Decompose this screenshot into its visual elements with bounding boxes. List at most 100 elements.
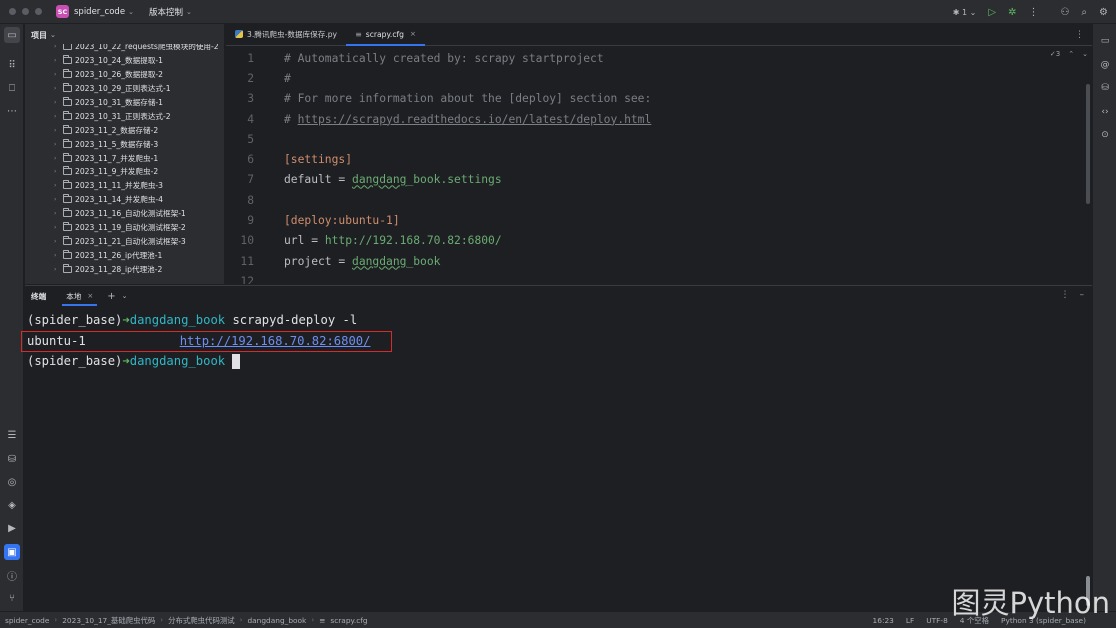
tree-item[interactable]: › 2023_10_22_requests爬虫模块的使用-2 — [25, 44, 225, 54]
layers-icon[interactable]: ◈ — [4, 497, 20, 513]
plugin-icon[interactable]: ◎ — [4, 474, 20, 490]
tree-item[interactable]: › 2023_11_11_并发爬虫-3 — [25, 179, 225, 193]
close-icon[interactable]: × — [87, 292, 93, 300]
code-line: 11 project = dangdang_book — [226, 251, 1092, 271]
database-icon[interactable]: ⛁ — [1097, 80, 1113, 96]
terminal-output[interactable]: (spider_base) ➜ dangdang_book scrapyd-de… — [21, 310, 1092, 372]
breadcrumb-item[interactable]: 分布式爬虫代码测试 — [168, 615, 235, 626]
folder-icon — [63, 222, 72, 232]
services-icon[interactable]: ▶ — [4, 520, 20, 536]
notifications-icon[interactable]: ▭ — [1097, 33, 1113, 49]
chevron-right-icon[interactable]: › — [54, 168, 63, 175]
file-encoding[interactable]: UTF-8 — [926, 616, 948, 625]
tab-scrapy-cfg[interactable]: ≡ scrapy.cfg × — [346, 23, 425, 46]
tree-item[interactable]: › 2023_10_24_数据提取-1 — [25, 54, 225, 68]
tree-item[interactable]: › 2023_11_26_ip代理池-1 — [25, 248, 225, 262]
chevron-right-icon[interactable]: › — [54, 155, 63, 162]
chevron-right-icon[interactable]: › — [54, 85, 63, 92]
folder-icon — [63, 97, 72, 106]
more-tools-icon[interactable]: ⋯ — [4, 103, 20, 119]
tree-item[interactable]: › 2023_10_31_正则表达式-2 — [25, 109, 225, 123]
terminal-icon[interactable]: ▣ — [4, 544, 20, 560]
structure-icon[interactable]: ⠿ — [4, 57, 20, 73]
ai-assistant-icon[interactable]: @ — [1097, 57, 1113, 73]
tree-item[interactable]: › 2023_10_29_正则表达式-1 — [25, 82, 225, 96]
cursor-position[interactable]: 16:23 — [873, 616, 894, 625]
tree-item[interactable]: › 2023_11_19_自动化测试框架-2 — [25, 221, 225, 235]
tree-item[interactable]: › 2023_11_5_数据存储-3 — [25, 137, 225, 151]
tree-item[interactable]: › 2023_11_14_并发爬虫-4 — [25, 193, 225, 207]
git-icon[interactable]: ⑂ — [4, 590, 20, 606]
chevron-right-icon[interactable]: › — [54, 141, 63, 148]
vcs-menu[interactable]: 版本控制 — [149, 6, 183, 18]
code-text: # — [284, 71, 291, 85]
tree-item[interactable]: › 2023_10_26_数据提取-2 — [25, 68, 225, 82]
breadcrumb-item[interactable]: spider_code — [5, 616, 49, 625]
chevron-down-icon[interactable]: ⌄ — [186, 8, 192, 16]
minimize-window-button[interactable] — [22, 8, 29, 15]
code-line: 3 # For more information about the [deplo… — [226, 89, 1092, 109]
config-file-icon: ≡ — [319, 615, 326, 625]
run-icon[interactable]: ▷ — [988, 7, 996, 18]
chevron-right-icon[interactable]: › — [54, 210, 63, 217]
tree-item[interactable]: › 2023_10_31_数据存储-1 — [25, 96, 225, 110]
close-window-button[interactable] — [9, 8, 16, 15]
project-switcher[interactable]: spider_code — [74, 7, 125, 17]
tree-item[interactable]: › 2023_11_28_ip代理池-2 — [25, 262, 225, 276]
todo-icon[interactable]: ☰ — [4, 427, 20, 443]
bookmark-icon[interactable]: ⎕ — [4, 80, 20, 96]
folder-icon — [63, 194, 72, 204]
add-user-icon[interactable]: ⚇ — [1060, 7, 1069, 18]
line-separator[interactable]: LF — [906, 616, 914, 625]
chevron-down-icon[interactable]: ⌄ — [128, 8, 134, 16]
chevron-right-icon[interactable]: › — [54, 196, 63, 203]
chevron-right-icon[interactable]: › — [54, 127, 63, 134]
zoom-window-button[interactable] — [35, 8, 42, 15]
tree-item[interactable]: › 2023_11_9_并发爬虫-2 — [25, 165, 225, 179]
endpoints-icon[interactable]: ‹› — [1097, 104, 1113, 120]
search-icon[interactable]: ⌕ — [1081, 7, 1087, 18]
chevron-right-icon[interactable]: › — [54, 238, 63, 245]
breadcrumb-item[interactable]: scrapy.cfg — [330, 616, 367, 625]
tree-item[interactable]: › 2023_11_7_并发爬虫-1 — [25, 151, 225, 165]
chevron-right-icon[interactable]: › — [54, 44, 63, 50]
chevron-down-icon[interactable]: ⌄ — [122, 292, 128, 300]
debug-icon[interactable]: ✲ — [1008, 7, 1016, 18]
new-terminal-icon[interactable]: + — [107, 291, 115, 302]
close-icon[interactable]: × — [410, 30, 416, 38]
tab-terminal-local[interactable]: 本地 × — [62, 286, 98, 306]
folder-icon[interactable]: ▭ — [4, 27, 20, 43]
run-config-selector[interactable]: ✱ 1 ⌄ — [953, 8, 977, 17]
project-panel-header[interactable]: 项目 ⌄ — [25, 24, 224, 46]
breadcrumb-item[interactable]: 2023_10_17_基础爬虫代码 — [62, 615, 155, 626]
more-icon[interactable]: ⋮ — [1061, 290, 1070, 300]
tab-python-file[interactable]: 3.腾讯爬虫-数据库保存.py — [226, 23, 346, 45]
breadcrumb-item[interactable]: dangdang_book — [247, 616, 306, 625]
deploy-docs-link[interactable]: https://scrapyd.readthedocs.io/en/latest… — [298, 113, 652, 126]
tree-item[interactable]: › 2023_11_16_自动化测试框架-1 — [25, 207, 225, 221]
more-icon[interactable]: ⋮ — [1028, 7, 1038, 18]
chevron-down-icon[interactable]: ⌄ — [50, 31, 56, 39]
project-badge[interactable]: SC — [56, 5, 69, 18]
code-area[interactable]: 1 # Automatically created by: scrapy star… — [226, 48, 1092, 284]
problems-icon[interactable]: ⓘ — [4, 567, 20, 583]
tree-item[interactable]: › 2023_11_21_自动化测试框架-3 — [25, 234, 225, 248]
minimize-icon[interactable]: – — [1080, 290, 1085, 300]
more-icon[interactable]: ⋮ — [1075, 30, 1084, 40]
prompt-directory: dangdang_book — [129, 354, 226, 369]
folder-icon — [63, 44, 72, 51]
terminal-title: 终端 — [31, 291, 47, 301]
chevron-right-icon[interactable]: › — [54, 99, 63, 106]
chevron-right-icon[interactable]: › — [54, 266, 63, 273]
database-icon[interactable]: ⛁ — [4, 451, 20, 467]
chevron-right-icon[interactable]: › — [54, 57, 63, 64]
chevron-right-icon[interactable]: › — [54, 113, 63, 120]
editor-scrollbar[interactable] — [1086, 84, 1090, 204]
chevron-right-icon[interactable]: › — [54, 182, 63, 189]
chevron-right-icon[interactable]: › — [54, 224, 63, 231]
chevron-right-icon[interactable]: › — [54, 71, 63, 78]
gear-icon[interactable]: ⚙ — [1099, 7, 1108, 18]
chevron-right-icon[interactable]: › — [54, 252, 63, 259]
tree-item[interactable]: › 2023_11_2_数据存储-2 — [25, 123, 225, 137]
sync-icon[interactable]: ⊙ — [1097, 127, 1113, 143]
